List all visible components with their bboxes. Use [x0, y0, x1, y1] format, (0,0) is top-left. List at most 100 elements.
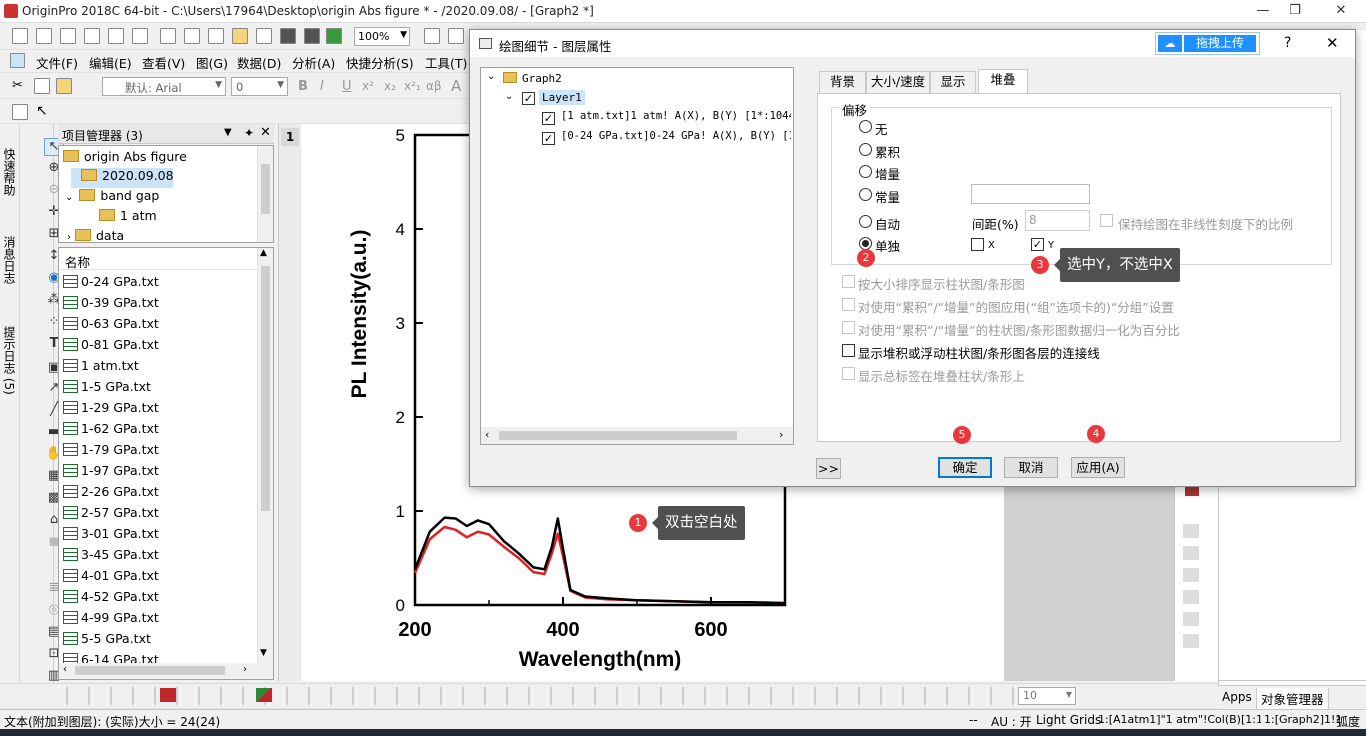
- new-workbook-icon[interactable]: [36, 28, 52, 44]
- tree-item-data[interactable]: › data: [67, 228, 124, 248]
- increase-font-button[interactable]: A: [451, 77, 461, 95]
- list-item[interactable]: 3-45 GPa.txt: [63, 547, 159, 568]
- list-hscrollbar[interactable]: ‹ ›: [59, 663, 273, 679]
- supsub-button[interactable]: x²₁: [404, 79, 421, 93]
- option-sort-checkbox[interactable]: [842, 275, 855, 288]
- list-item[interactable]: 0-24 GPa.txt: [63, 274, 159, 295]
- layer-indicator[interactable]: 1: [281, 128, 299, 146]
- tree-plot-2[interactable]: [0-24 GPa.txt]0-24 GPa! A(X), B(Y) [1*: [561, 130, 791, 142]
- chevron-up-icon[interactable]: ▲: [260, 248, 267, 258]
- pointer-icon[interactable]: ↖: [36, 103, 48, 119]
- menu-file[interactable]: 文件(F): [36, 53, 78, 73]
- menu-quick-analysis[interactable]: 快捷分析(S): [346, 53, 414, 73]
- pin-icon[interactable]: ✦: [244, 126, 254, 140]
- print-icon[interactable]: [424, 28, 440, 44]
- list-item[interactable]: 5-5 GPa.txt: [63, 631, 151, 652]
- superscript-button[interactable]: x²: [362, 79, 374, 93]
- tab-hint-log[interactable]: 提示日志 (5): [0, 310, 18, 410]
- menu-analysis[interactable]: 分析(A): [292, 53, 335, 73]
- menu-view[interactable]: 查看(V): [142, 53, 185, 73]
- radio-incremental[interactable]: [859, 165, 872, 178]
- close-app-button[interactable]: ✕: [1326, 2, 1356, 20]
- expand-button[interactable]: >>: [816, 458, 841, 479]
- scroll-thumb[interactable]: [261, 164, 270, 214]
- underline-button[interactable]: U: [342, 79, 352, 94]
- new-matrix-icon[interactable]: [60, 28, 76, 44]
- list-item[interactable]: 0-81 GPa.txt: [63, 337, 159, 358]
- chevron-down-icon[interactable]: ⌄: [65, 192, 73, 203]
- list-item[interactable]: 3-01 GPa.txt: [63, 526, 159, 547]
- upload-button[interactable]: ☁ 拖拽上传: [1155, 32, 1260, 55]
- list-item[interactable]: 1-97 GPa.txt: [63, 463, 159, 484]
- open-template-icon[interactable]: [256, 28, 272, 44]
- hscroll-thumb[interactable]: [499, 431, 737, 440]
- plot2-checkbox[interactable]: ✓: [542, 132, 555, 145]
- list-item[interactable]: 4-52 GPa.txt: [63, 589, 159, 610]
- status-au[interactable]: AU : 开: [991, 713, 1032, 730]
- radio-auto[interactable]: [859, 215, 872, 228]
- bold-button[interactable]: B: [298, 79, 308, 94]
- hscroll-thumb[interactable]: [75, 666, 225, 675]
- save-icon[interactable]: [280, 28, 296, 44]
- cancel-button[interactable]: 取消: [1004, 457, 1058, 478]
- ok-button[interactable]: 确定: [938, 457, 992, 478]
- y-axis-label[interactable]: PL Intensity(a.u.): [348, 230, 371, 399]
- list-item[interactable]: 1-5 GPa.txt: [63, 379, 151, 400]
- tree-hscrollbar[interactable]: ‹ ›: [481, 427, 793, 444]
- refresh-icon[interactable]: [448, 28, 464, 44]
- size-select[interactable]: 10 ▼: [1018, 687, 1076, 705]
- chevron-right-icon[interactable]: ›: [67, 232, 71, 243]
- new-project-icon[interactable]: [12, 28, 28, 44]
- tab-object-manager[interactable]: 对象管理器: [1256, 688, 1329, 710]
- keep-ratio-checkbox[interactable]: [1100, 214, 1113, 227]
- new-layout-icon[interactable]: [160, 28, 176, 44]
- scroll-thumb[interactable]: [261, 266, 270, 511]
- chevron-down-icon[interactable]: ⌄: [487, 71, 495, 82]
- close-panel-icon[interactable]: ✕: [260, 125, 271, 140]
- save-template-icon[interactable]: [304, 28, 320, 44]
- option-connect-checkbox[interactable]: [842, 344, 855, 357]
- zoom-select[interactable]: 100% ▼: [354, 27, 410, 46]
- import-icon[interactable]: [326, 28, 342, 44]
- cut-icon[interactable]: ✂: [12, 78, 28, 94]
- new-function-icon[interactable]: [132, 28, 148, 44]
- minimize-button[interactable]: —: [1248, 2, 1278, 20]
- area-chart-icon[interactable]: [256, 688, 272, 702]
- tree-layer-node[interactable]: Layer1: [539, 90, 585, 105]
- new-excel-icon[interactable]: [184, 28, 200, 44]
- radio-cumulative[interactable]: [859, 143, 872, 156]
- menu-tools[interactable]: 工具(T): [425, 53, 467, 73]
- gap-input[interactable]: 8: [1025, 210, 1090, 231]
- list-item[interactable]: 0-63 GPa.txt: [63, 316, 159, 337]
- tab-background[interactable]: 背景: [819, 71, 866, 93]
- new-folder-icon[interactable]: [208, 28, 224, 44]
- list-scrollbar[interactable]: ▲ ▼: [257, 248, 273, 663]
- paste-icon[interactable]: [56, 78, 72, 94]
- radio-none[interactable]: [859, 120, 872, 133]
- status-grids[interactable]: Light Grids: [1036, 713, 1101, 727]
- tab-quick-help[interactable]: 快速帮助: [0, 132, 18, 212]
- help-button[interactable]: ?: [1284, 35, 1291, 51]
- tree-plot-1[interactable]: [1 atm.txt]1 atm! A(X), B(Y) [1*:1044*: [561, 110, 791, 122]
- radio-constant[interactable]: [859, 188, 872, 201]
- select-region-icon[interactable]: [12, 104, 28, 120]
- dialog-close-button[interactable]: ✕: [1326, 34, 1339, 52]
- tab-display[interactable]: 显示: [930, 71, 976, 93]
- menu-graph[interactable]: 图(G): [196, 53, 228, 73]
- tree-graph-node[interactable]: Graph2: [503, 72, 562, 85]
- chevron-down-icon[interactable]: ▼: [260, 648, 267, 658]
- subscript-button[interactable]: x₂: [384, 79, 396, 93]
- list-item[interactable]: 2-26 GPa.txt: [63, 484, 159, 505]
- list-item[interactable]: 1-62 GPa.txt: [63, 421, 159, 442]
- layer-arrange-icons[interactable]: [1183, 524, 1199, 654]
- greek-button[interactable]: αβ: [426, 79, 442, 93]
- x-axis-label[interactable]: Wavelength(nm): [519, 648, 682, 671]
- chevron-right-icon[interactable]: ›: [243, 664, 247, 675]
- new-graph-icon[interactable]: [84, 28, 100, 44]
- open-icon[interactable]: [232, 28, 248, 44]
- list-item[interactable]: 2-57 GPa.txt: [63, 505, 159, 526]
- plot1-checkbox[interactable]: ✓: [542, 112, 555, 125]
- list-item[interactable]: 4-01 GPa.txt: [63, 568, 159, 589]
- plot-type-icons[interactable]: [62, 687, 1042, 705]
- option-normalize-checkbox[interactable]: [842, 321, 855, 334]
